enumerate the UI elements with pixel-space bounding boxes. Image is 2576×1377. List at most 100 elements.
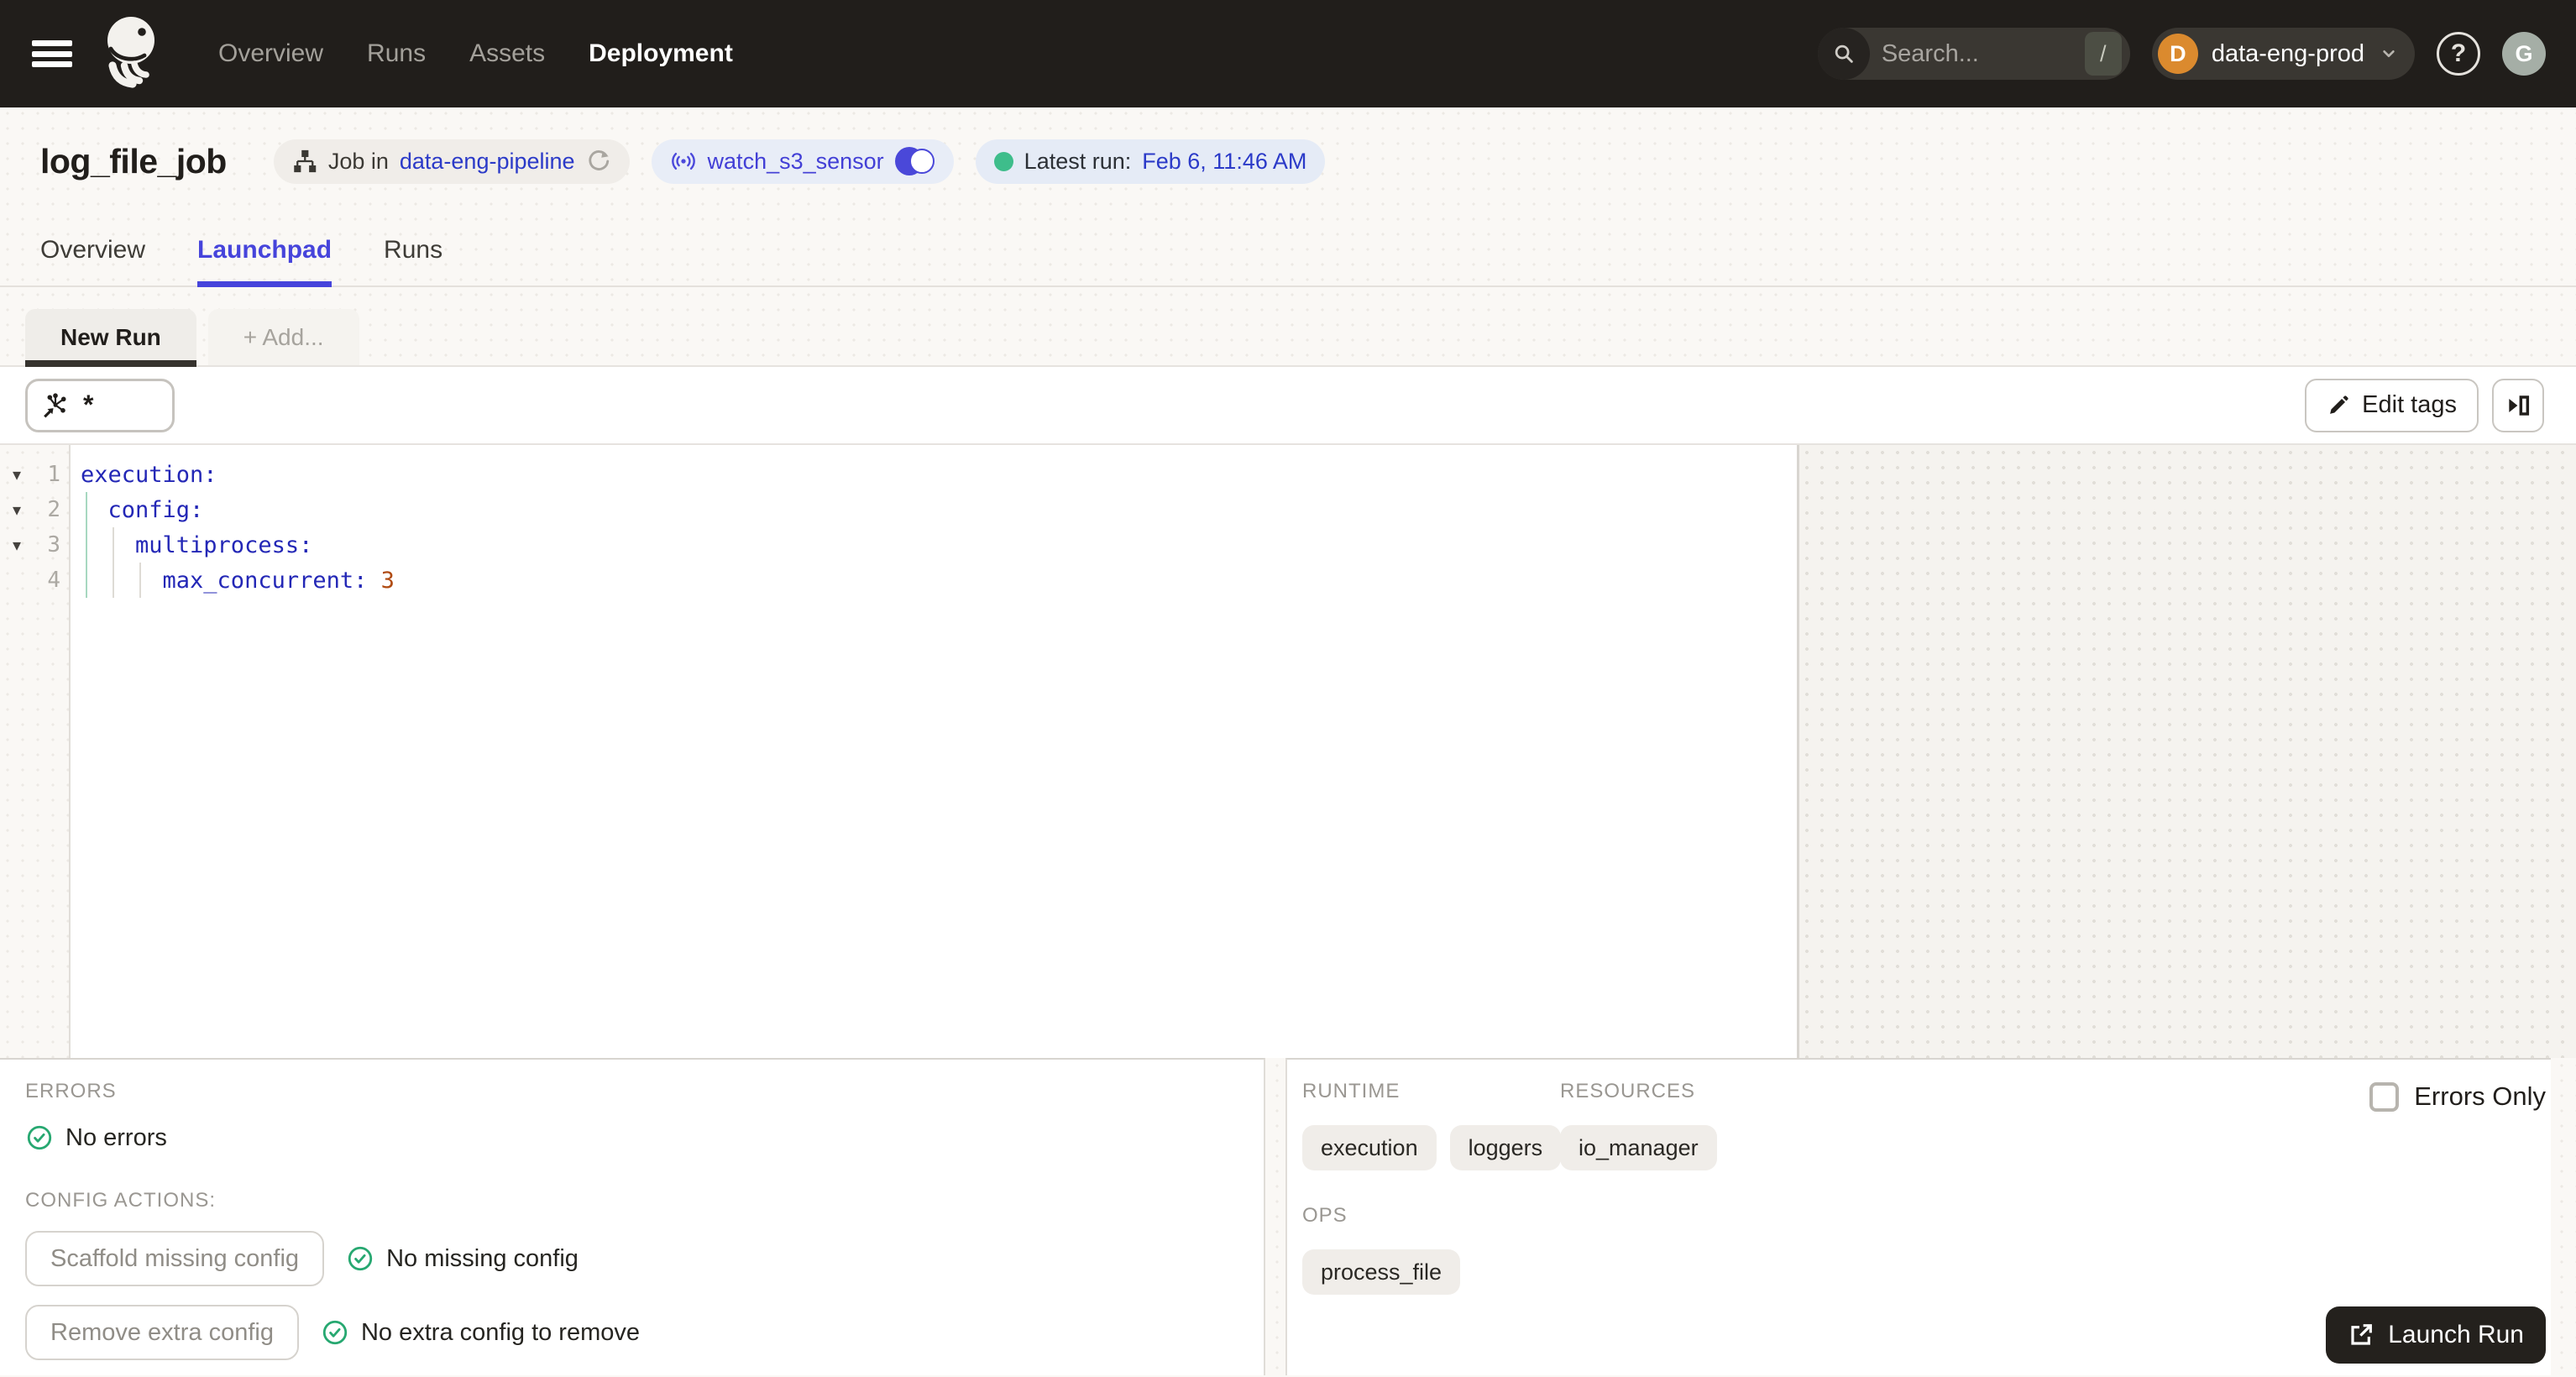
repo-link[interactable]: data-eng-pipeline [400,149,575,175]
job-location-badge: Job in data-eng-pipeline [273,139,630,184]
avatar[interactable]: G [2502,32,2546,76]
tag-columns: RUNTIME execution loggers RESOURCES io_m… [1302,1080,2531,1170]
remove-status: No extra config to remove [321,1318,640,1347]
sensor-badge: watch_s3_sensor [651,139,954,184]
editor-code-area[interactable]: execution: config: multiprocess: max_con… [71,445,1797,1058]
tag-loggers[interactable]: loggers [1449,1125,1562,1170]
ops-tags: process_file [1302,1249,2531,1295]
yaml-key: config: [81,496,204,523]
indent-guide [113,527,114,598]
editor-gutter: ▾ 1 ▾ 2 ▾ 3 4 [0,445,71,1058]
no-errors-text: No errors [65,1123,167,1151]
line-number: 3 [47,532,60,558]
workspace-icon [294,149,317,173]
add-config-tab-button[interactable]: + Add... [207,309,359,365]
op-selector-input[interactable]: * [25,378,175,432]
edit-tags-label: Edit tags [2362,391,2457,418]
errors-only-control[interactable]: Errors Only [2369,1081,2546,1112]
runtime-column: RUNTIME execution loggers [1302,1080,1562,1170]
tab-runs[interactable]: Runs [384,215,442,285]
check-circle-icon [27,1125,52,1150]
hamburger-menu-icon[interactable] [30,35,74,72]
config-actions-label: CONFIG ACTIONS: [25,1189,217,1212]
errors-panel: ERRORS No errors CONFIG ACTIONS: Scaffol… [0,1058,1265,1375]
editor-region: ▾ 1 ▾ 2 ▾ 3 4 execution: config: multiproce… [0,445,2576,1058]
job-tabs: Overview Launchpad Runs [0,215,2576,287]
search-box[interactable]: / [1817,28,2130,80]
runtime-tags: execution loggers [1302,1125,1562,1170]
nav-links: Overview Runs Assets Deployment [218,39,733,68]
no-errors-status: No errors [25,1123,1238,1152]
tag-process-file[interactable]: process_file [1302,1249,1461,1295]
config-editor[interactable]: ▾ 1 ▾ 2 ▾ 3 4 execution: config: multiproce… [0,445,1799,1058]
code-line: multiprocess: [81,527,1797,563]
line-number: 2 [47,497,60,522]
yaml-key: multiprocess: [81,531,313,558]
resources-tags: io_manager [1560,1125,1717,1170]
latest-run-label: Latest run: [1024,148,1132,174]
job-badges: Job in data-eng-pipeline watch_s3_sensor… [273,139,1326,184]
fold-arrow-icon[interactable]: ▾ [0,464,34,485]
search-input[interactable] [1869,39,2085,68]
sensor-link[interactable]: watch_s3_sensor [708,149,884,175]
resources-column: RESOURCES io_manager [1560,1080,1717,1170]
check-circle-icon [348,1246,373,1271]
nav-item-overview[interactable]: Overview [218,39,323,68]
job-header: log_file_job Job in data-eng-pipeline wa… [0,107,2576,215]
op-graph-icon [44,392,66,417]
line-number: 4 [47,568,60,593]
indent-guide [86,492,87,598]
nav-item-assets[interactable]: Assets [469,39,545,68]
top-nav: Overview Runs Assets Deployment / D data… [0,0,2576,107]
chevron-down-icon [2383,50,2395,58]
yaml-value: 3 [380,567,395,594]
fold-arrow-icon[interactable]: ▾ [0,535,34,556]
reload-icon[interactable] [586,149,611,174]
op-selector-value: * [83,390,94,420]
sensor-icon [671,153,695,170]
latest-run-link[interactable]: Feb 6, 11:46 AM [1142,149,1306,175]
dagster-logo[interactable] [99,15,171,92]
check-circle-icon [322,1320,348,1345]
ops-label: OPS [1302,1204,1348,1227]
fold-arrow-icon[interactable]: ▾ [0,500,34,521]
tab-overview[interactable]: Overview [40,215,145,285]
config-tab-label: New Run [60,323,161,350]
launchpad-toolbar: * Edit tags [0,365,2576,445]
avatar-initial: G [2515,40,2533,66]
run-status-dot [993,151,1013,171]
launch-run-button[interactable]: Launch Run [2326,1306,2546,1364]
active-tab-underline [197,281,332,287]
search-icon [1817,28,1870,80]
errors-only-checkbox[interactable] [2369,1081,2400,1112]
panel-expand-icon [2509,395,2530,416]
errors-only-label: Errors Only [2414,1081,2546,1111]
launchpad-config-tabs: New Run + Add... [0,287,2576,367]
remove-extra-config-button[interactable]: Remove extra config [25,1305,299,1360]
remove-status-text: No extra config to remove [360,1318,641,1346]
tab-label: Launchpad [197,236,332,264]
scaffold-status: No missing config [346,1244,579,1273]
edit-tags-button[interactable]: Edit tags [2305,378,2479,432]
tag-execution[interactable]: execution [1302,1125,1437,1170]
pencil-icon [2330,395,2348,414]
scaffold-missing-config-button[interactable]: Scaffold missing config [25,1231,325,1286]
op-graph-panel[interactable] [1799,445,2576,1058]
remove-action-row: Remove extra config No extra config to r… [25,1305,1238,1360]
deployment-switcher[interactable]: D data-eng-prod [2151,28,2415,80]
line-number: 1 [47,462,60,487]
tag-io-manager[interactable]: io_manager [1560,1125,1717,1170]
bottom-panels: ERRORS No errors CONFIG ACTIONS: Scaffol… [0,1058,2576,1375]
sensor-toggle[interactable] [894,147,935,175]
tab-label: Overview [40,236,146,264]
toolbar-right-group: Edit tags [2305,378,2544,432]
latest-run-badge: Latest run: Feb 6, 11:46 AM [975,139,1326,184]
errors-section-label: ERRORS [25,1080,117,1102]
nav-item-runs[interactable]: Runs [367,39,426,68]
config-tab-new-run[interactable]: New Run [25,309,196,367]
nav-item-deployment[interactable]: Deployment [589,39,733,68]
open-right-panel-button[interactable] [2492,378,2544,432]
help-icon[interactable]: ? [2437,32,2480,76]
tab-launchpad[interactable]: Launchpad [197,215,332,287]
config-actions-block: CONFIG ACTIONS: Scaffold missing config … [25,1189,1238,1360]
